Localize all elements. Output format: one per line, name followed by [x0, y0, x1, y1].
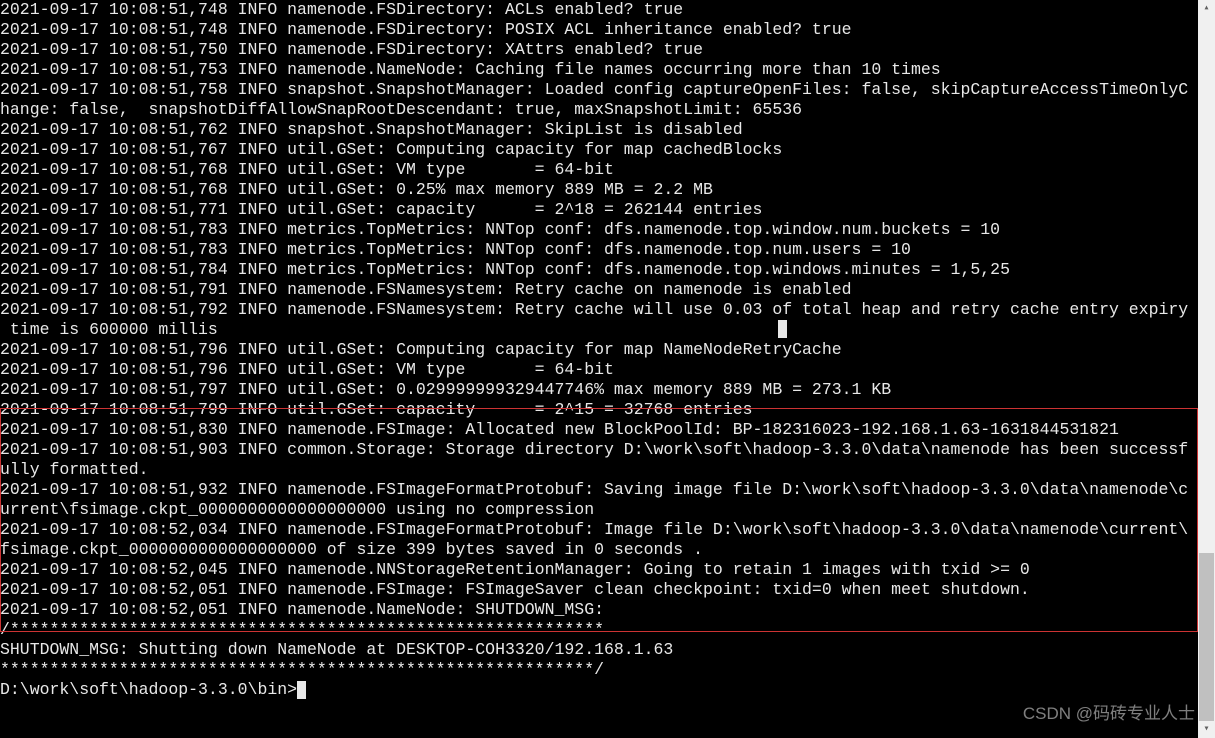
log-line: 2021-09-17 10:08:51,768 INFO util.GSet: …: [0, 160, 1196, 180]
log-line: 2021-09-17 10:08:51,750 INFO namenode.FS…: [0, 40, 1196, 60]
prompt-cursor: [297, 681, 306, 699]
scrollbar-thumb[interactable]: [1199, 553, 1214, 721]
log-line: 2021-09-17 10:08:52,051 INFO namenode.FS…: [0, 580, 1196, 600]
scrollbar-track[interactable]: [1198, 17, 1215, 721]
log-line: 2021-09-17 10:08:51,748 INFO namenode.FS…: [0, 0, 1196, 20]
log-line: 2021-09-17 10:08:51,799 INFO util.GSet: …: [0, 400, 1196, 420]
log-line: urrent\fsimage.ckpt_0000000000000000000 …: [0, 500, 1196, 520]
log-line: 2021-09-17 10:08:51,753 INFO namenode.Na…: [0, 60, 1196, 80]
log-line: hange: false, snapshotDiffAllowSnapRootD…: [0, 100, 1196, 120]
log-line: 2021-09-17 10:08:51,784 INFO metrics.Top…: [0, 260, 1196, 280]
log-line: 2021-09-17 10:08:51,768 INFO util.GSet: …: [0, 180, 1196, 200]
log-line: 2021-09-17 10:08:52,034 INFO namenode.FS…: [0, 520, 1196, 540]
log-line: SHUTDOWN_MSG: Shutting down NameNode at …: [0, 640, 1196, 660]
log-line: 2021-09-17 10:08:51,748 INFO namenode.FS…: [0, 20, 1196, 40]
text-selection-cursor: [778, 320, 787, 338]
log-line: 2021-09-17 10:08:51,903 INFO common.Stor…: [0, 440, 1196, 460]
log-line: /***************************************…: [0, 620, 1196, 640]
log-line: 2021-09-17 10:08:51,796 INFO util.GSet: …: [0, 340, 1196, 360]
log-line: 2021-09-17 10:08:52,051 INFO namenode.Na…: [0, 600, 1196, 620]
log-line: 2021-09-17 10:08:51,762 INFO snapshot.Sn…: [0, 120, 1196, 140]
log-line: fsimage.ckpt_0000000000000000000 of size…: [0, 540, 1196, 560]
log-line: 2021-09-17 10:08:51,791 INFO namenode.FS…: [0, 280, 1196, 300]
vertical-scrollbar[interactable]: ▴ ▾: [1198, 0, 1215, 738]
log-line: 2021-09-17 10:08:51,783 INFO metrics.Top…: [0, 240, 1196, 260]
log-line: 2021-09-17 10:08:51,796 INFO util.GSet: …: [0, 360, 1196, 380]
terminal-window: 2021-09-17 10:08:51,748 INFO namenode.FS…: [0, 0, 1215, 738]
log-line: ****************************************…: [0, 660, 1196, 680]
log-line: 2021-09-17 10:08:51,932 INFO namenode.FS…: [0, 480, 1196, 500]
log-line: 2021-09-17 10:08:51,830 INFO namenode.FS…: [0, 420, 1196, 440]
terminal-output[interactable]: 2021-09-17 10:08:51,748 INFO namenode.FS…: [0, 0, 1196, 738]
command-prompt-line: D:\work\soft\hadoop-3.3.0\bin>: [0, 680, 1196, 700]
scrollbar-down-button[interactable]: ▾: [1198, 721, 1215, 738]
log-line: 2021-09-17 10:08:51,797 INFO util.GSet: …: [0, 380, 1196, 400]
log-line: 2021-09-17 10:08:51,783 INFO metrics.Top…: [0, 220, 1196, 240]
log-line: 2021-09-17 10:08:51,758 INFO snapshot.Sn…: [0, 80, 1196, 100]
log-line: ully formatted.: [0, 460, 1196, 480]
log-line: 2021-09-17 10:08:52,045 INFO namenode.NN…: [0, 560, 1196, 580]
log-line: 2021-09-17 10:08:51,767 INFO util.GSet: …: [0, 140, 1196, 160]
log-line: 2021-09-17 10:08:51,792 INFO namenode.FS…: [0, 300, 1196, 320]
chevron-down-icon: ▾: [1203, 725, 1209, 735]
log-line: time is 600000 millis: [0, 320, 1196, 340]
log-line: 2021-09-17 10:08:51,771 INFO util.GSet: …: [0, 200, 1196, 220]
chevron-up-icon: ▴: [1203, 4, 1209, 14]
scrollbar-up-button[interactable]: ▴: [1198, 0, 1215, 17]
